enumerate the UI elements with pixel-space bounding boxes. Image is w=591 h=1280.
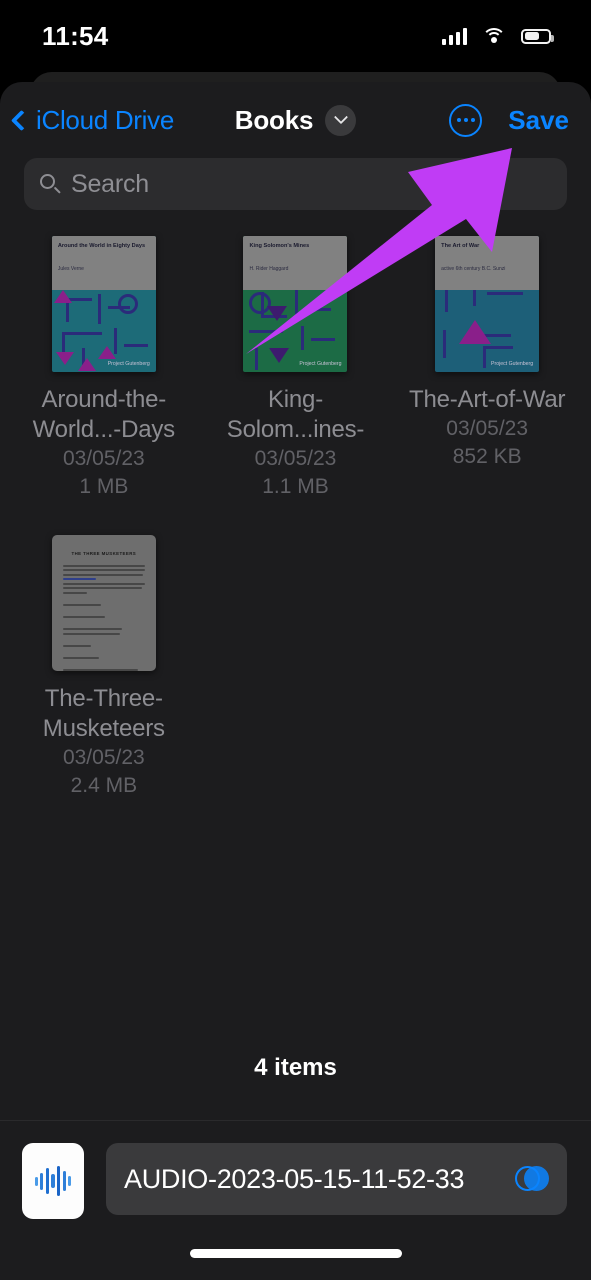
search-area: Search <box>0 158 591 210</box>
iphone-screen: 11:54 iCloud Drive Books Save Search Aro… <box>0 0 591 1280</box>
book-cover-author: H. Rider Haggard <box>249 266 289 272</box>
file-thumbnail: The Art of War active 6th century B.C. S… <box>435 236 540 372</box>
book-cover-icon: Around the World in Eighty Days Jules Ve… <box>51 236 156 372</box>
file-name: The-Three-Musketeers <box>42 685 165 742</box>
book-cover-author: active 6th century B.C. Sunzi <box>441 266 506 272</box>
file-size: 1.1 MB <box>262 475 329 498</box>
status-bar-indicators <box>441 27 554 45</box>
file-size: 852 KB <box>452 445 522 468</box>
search-placeholder: Search <box>71 169 150 198</box>
book-cover-icon: The Art of War active 6th century B.C. S… <box>435 236 540 372</box>
navigation-bar: iCloud Drive Books Save <box>0 82 591 158</box>
file-item[interactable]: The Art of War active 6th century B.C. S… <box>391 236 583 501</box>
navigation-actions: Save <box>449 103 569 137</box>
item-count-label: 4 items <box>254 1054 337 1081</box>
file-item[interactable]: THE THREE MUSKETEERS The-Three-Musketeer… <box>8 535 200 800</box>
book-cover-title: King Solomon's Mines <box>249 243 310 249</box>
ellipsis-circle-icon[interactable] <box>449 103 483 137</box>
search-input[interactable]: Search <box>24 158 567 210</box>
dual-circle-icon[interactable] <box>515 1166 549 1192</box>
file-date: 03/05/23 <box>446 417 529 440</box>
battery-icon <box>521 28 554 44</box>
file-item[interactable]: King Solomon's Mines H. Rider Haggard Pr… <box>200 236 392 501</box>
back-button[interactable]: iCloud Drive <box>10 104 175 136</box>
chevron-down-icon <box>333 110 348 125</box>
text-document-icon: THE THREE MUSKETEERS <box>51 535 156 671</box>
file-name-value: AUDIO-2023-05-15-11-52-33 <box>124 1163 465 1194</box>
search-icon <box>40 174 61 194</box>
file-thumbnail: King Solomon's Mines H. Rider Haggard Pr… <box>243 236 348 372</box>
back-button-label: iCloud Drive <box>36 104 175 135</box>
chevron-left-icon <box>10 109 33 131</box>
book-cover-icon: King Solomon's Mines H. Rider Haggard Pr… <box>243 236 348 372</box>
book-cover-publisher: Project Gutenberg <box>299 361 342 367</box>
book-cover-title: The Art of War <box>441 243 480 249</box>
file-thumbnail: THE THREE MUSKETEERS <box>51 535 156 671</box>
document-picker-sheet: iCloud Drive Books Save Search Around th… <box>0 82 591 1280</box>
file-grid: Around the World in Eighty Days Jules Ve… <box>0 210 591 800</box>
file-date: 03/05/23 <box>62 746 145 769</box>
file-date: 03/05/23 <box>254 447 337 470</box>
file-size: 1 MB <box>79 475 129 498</box>
book-cover-title: Around the World in Eighty Days <box>57 243 146 249</box>
status-bar: 11:54 <box>0 0 591 72</box>
book-cover-publisher: Project Gutenberg <box>491 361 534 367</box>
file-name: King-Solom...ines- <box>226 386 365 443</box>
file-name: Around-the-World...-Days <box>32 386 176 443</box>
save-button[interactable]: Save <box>508 105 569 136</box>
home-indicator <box>189 1249 402 1258</box>
wifi-icon <box>482 27 506 45</box>
status-bar-time: 11:54 <box>42 20 109 51</box>
title-dropdown-button[interactable] <box>325 104 357 136</box>
document-title: THE THREE MUSKETEERS <box>71 551 137 556</box>
book-cover-publisher: Project Gutenberg <box>107 361 150 367</box>
signal-bars-icon <box>441 27 467 45</box>
file-size: 2.4 MB <box>70 774 138 797</box>
audio-waveform-icon <box>22 1143 84 1219</box>
page-title: Books <box>234 104 314 135</box>
file-name-input[interactable]: AUDIO-2023-05-15-11-52-33 <box>106 1143 567 1215</box>
file-thumbnail: Around the World in Eighty Days Jules Ve… <box>51 236 156 372</box>
file-name: The-Art-of-War <box>409 386 566 413</box>
file-item[interactable]: Around the World in Eighty Days Jules Ve… <box>8 236 200 501</box>
book-cover-author: Jules Verne <box>57 266 84 272</box>
file-date: 03/05/23 <box>62 447 145 470</box>
